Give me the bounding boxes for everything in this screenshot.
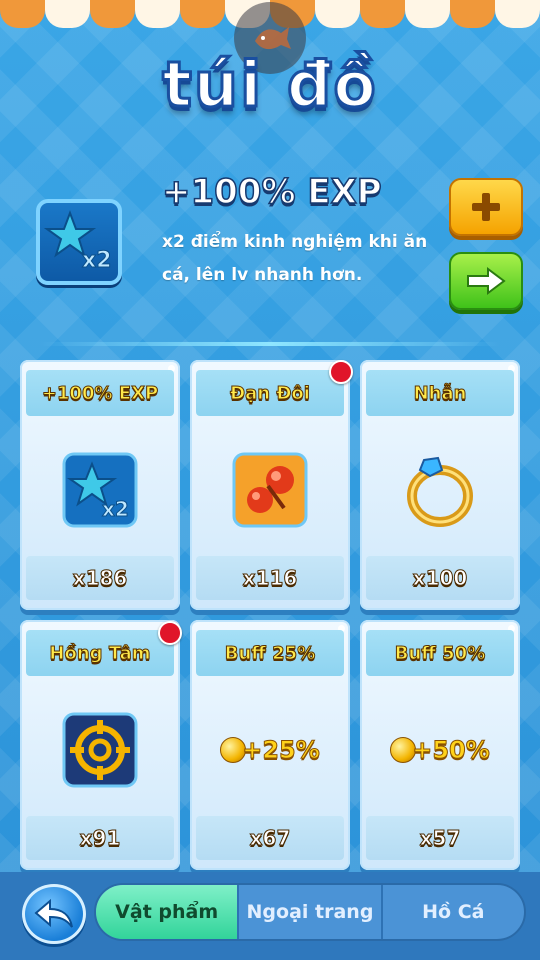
- item-quantity: x100: [366, 556, 514, 600]
- item-card-buff-25[interactable]: Buff 25% +25% x67: [190, 620, 350, 870]
- buff-label: +50%: [412, 736, 491, 765]
- tab-bar: Vật phẩm Ngoại trang Hồ Cá: [94, 883, 526, 941]
- featured-title: +100% EXP: [161, 171, 382, 213]
- add-button[interactable]: [449, 178, 523, 236]
- tab-aquarium[interactable]: Hồ Cá: [380, 885, 524, 939]
- item-name: Buff 25%: [196, 630, 344, 676]
- ring-icon: [400, 450, 480, 530]
- svg-text:x2: x2: [102, 497, 129, 521]
- item-quantity: x116: [196, 556, 344, 600]
- new-badge: [158, 621, 182, 645]
- tab-items[interactable]: Vật phẩm: [96, 885, 238, 939]
- item-name: Đạn Đôi: [196, 370, 344, 416]
- buff-25-art: +25%: [210, 710, 330, 790]
- item-quantity: x91: [26, 816, 174, 860]
- item-card-ring[interactable]: Nhẫn x100: [360, 360, 520, 610]
- plus-icon: [472, 193, 500, 221]
- star-x2-icon: x2: [60, 450, 140, 530]
- page-title: túi đồ: [161, 47, 378, 123]
- double-bullet-icon: [230, 450, 310, 530]
- new-badge: [329, 360, 353, 384]
- arrow-right-icon: [467, 267, 506, 295]
- buff-50-art: +50%: [380, 710, 500, 790]
- featured-description: x2 điểm kinh nghiệm khi ăn cá, lên lv nh…: [162, 232, 428, 285]
- back-button[interactable]: [22, 884, 86, 944]
- item-card-crosshair[interactable]: Hồng Tâm x91: [20, 620, 180, 870]
- tab-costumes[interactable]: Ngoại trang: [237, 885, 380, 939]
- item-name: +100% EXP: [26, 370, 174, 416]
- item-quantity: x186: [26, 556, 174, 600]
- item-name: Nhẫn: [366, 370, 514, 416]
- featured-star-x2-icon: x2: [36, 199, 122, 285]
- svg-text:x2: x2: [82, 248, 112, 273]
- item-card-double-bullet[interactable]: Đạn Đôi x116: [190, 360, 350, 610]
- item-card-exp[interactable]: +100% EXP x2 x186: [20, 360, 180, 610]
- next-button[interactable]: [449, 252, 523, 310]
- item-name: Hồng Tâm: [26, 630, 174, 676]
- item-quantity: x57: [366, 816, 514, 860]
- crosshair-icon: [60, 710, 140, 790]
- item-name: Buff 50%: [366, 630, 514, 676]
- item-quantity: x67: [196, 816, 344, 860]
- buff-label: +25%: [242, 736, 321, 765]
- back-arrow-icon: [34, 898, 73, 928]
- section-divider: [40, 342, 500, 346]
- item-card-buff-50[interactable]: Buff 50% +50% x57: [360, 620, 520, 870]
